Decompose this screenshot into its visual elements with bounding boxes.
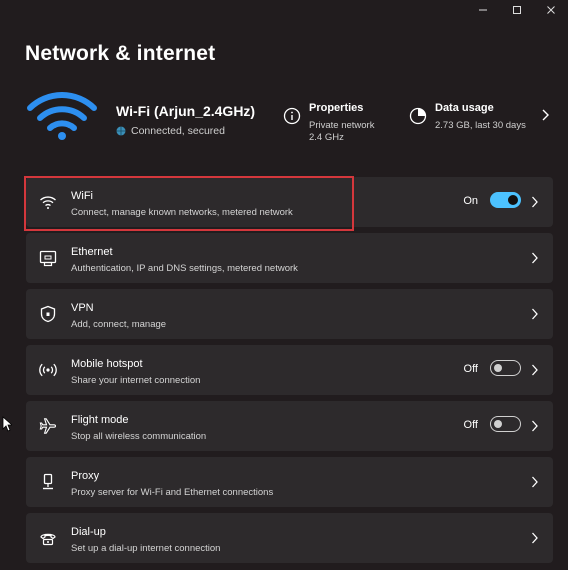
connection-summary[interactable]: Wi-Fi (Arjun_2.4GHz) Connected, secured … — [26, 90, 556, 146]
minimize-icon — [479, 9, 487, 11]
properties-network-type: Private network — [309, 120, 375, 131]
settings-item-subtitle: Set up a dial-up internet connection — [71, 543, 221, 554]
mobile-hotspot-toggle-state: Off — [463, 363, 478, 375]
chevron-right-icon — [532, 364, 538, 376]
settings-item-proxy[interactable]: Proxy Proxy server for Wi-Fi and Etherne… — [26, 457, 553, 507]
chevron-right-icon[interactable] — [540, 108, 550, 122]
chevron-right-icon — [532, 532, 538, 544]
flight-mode-toggle-state: Off — [463, 419, 478, 431]
toggle-knob — [494, 419, 502, 428]
info-icon — [283, 107, 301, 125]
window-controls — [466, 0, 568, 20]
chevron-right-icon — [532, 196, 538, 208]
settings-item-subtitle: Stop all wireless communication — [71, 431, 207, 442]
settings-item-title: WiFi — [71, 190, 93, 202]
chevron-right-icon — [532, 308, 538, 320]
network-name: Wi-Fi (Arjun_2.4GHz) — [116, 103, 256, 119]
settings-item-wifi[interactable]: WiFi Connect, manage known networks, met… — [26, 177, 553, 227]
minimize-button[interactable] — [466, 0, 500, 20]
page-title: Network & internet — [25, 42, 216, 65]
globe-icon — [116, 126, 126, 136]
settings-item-subtitle: Connect, manage known networks, metered … — [71, 207, 293, 218]
settings-item-ethernet[interactable]: Ethernet Authentication, IP and DNS sett… — [26, 233, 553, 283]
settings-item-subtitle: Proxy server for Wi-Fi and Ethernet conn… — [71, 487, 274, 498]
airplane-icon — [39, 417, 57, 435]
maximize-icon — [513, 6, 521, 14]
settings-item-title: Mobile hotspot — [71, 358, 143, 370]
settings-item-mobile-hotspot[interactable]: Mobile hotspot Share your internet conne… — [26, 345, 553, 395]
chevron-right-icon — [532, 420, 538, 432]
settings-item-flight-mode[interactable]: Flight mode Stop all wireless communicat… — [26, 401, 553, 451]
wifi-icon — [39, 193, 57, 211]
close-button[interactable] — [534, 0, 568, 20]
flight-mode-toggle[interactable] — [490, 416, 521, 432]
settings-item-title: Dial-up — [71, 526, 106, 538]
settings-item-subtitle: Add, connect, manage — [71, 319, 167, 330]
settings-item-subtitle: Authentication, IP and DNS settings, met… — [71, 263, 298, 274]
settings-item-title: Proxy — [71, 470, 100, 482]
settings-list: WiFi Connect, manage known networks, met… — [26, 177, 553, 569]
wifi-toggle-state: On — [463, 195, 478, 207]
data-usage-title: Data usage — [435, 102, 494, 114]
toggle-knob — [508, 195, 518, 205]
settings-item-title: Flight mode — [71, 414, 129, 426]
data-usage-value: 2.73 GB, last 30 days — [435, 120, 526, 131]
connection-status-text: Connected, secured — [131, 125, 225, 137]
wifi-toggle[interactable] — [490, 192, 521, 208]
maximize-button[interactable] — [500, 0, 534, 20]
mouse-cursor-icon — [2, 416, 12, 432]
settings-item-dial-up[interactable]: Dial-up Set up a dial-up internet connec… — [26, 513, 553, 563]
data-usage-icon — [409, 107, 427, 125]
properties-details: Private network 2.4 GHz — [309, 120, 374, 144]
hotspot-icon — [39, 361, 57, 379]
properties-band: 2.4 GHz — [309, 132, 344, 143]
shield-icon — [39, 305, 57, 323]
properties-title: Properties — [309, 102, 364, 114]
dialup-icon — [39, 529, 57, 547]
proxy-icon — [39, 473, 57, 491]
chevron-right-icon — [532, 476, 538, 488]
settings-item-vpn[interactable]: VPN Add, connect, manage — [26, 289, 553, 339]
ethernet-icon — [39, 249, 57, 267]
mobile-hotspot-toggle[interactable] — [490, 360, 521, 376]
chevron-right-icon — [532, 252, 538, 264]
close-icon — [547, 6, 555, 14]
settings-item-subtitle: Share your internet connection — [71, 375, 201, 386]
settings-item-title: Ethernet — [71, 246, 113, 258]
settings-item-title: VPN — [71, 302, 94, 314]
connection-status: Connected, secured — [116, 125, 225, 137]
toggle-knob — [494, 363, 502, 372]
wifi-large-icon — [27, 92, 97, 140]
